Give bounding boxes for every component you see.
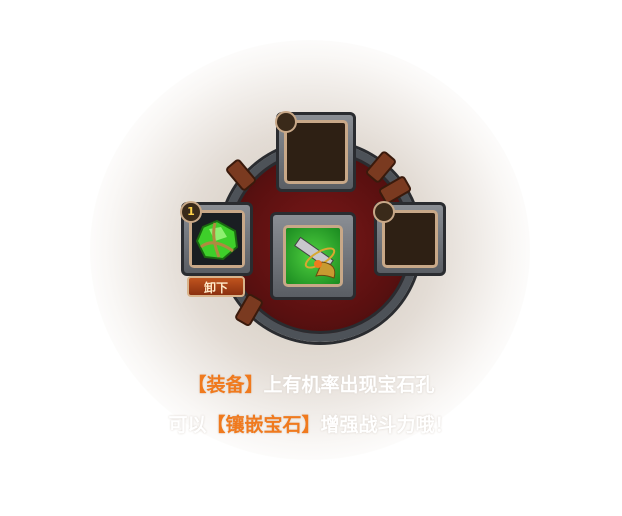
slot-badge — [275, 111, 297, 133]
slot-badge — [373, 201, 395, 223]
gem-count-badge: 1 — [180, 201, 202, 223]
green-gem-icon — [195, 219, 239, 261]
hint-text: 增强战斗力哦！ — [320, 414, 454, 436]
gem-slot-top[interactable] — [275, 111, 356, 192]
unload-button[interactable]: 卸下 — [187, 276, 245, 297]
equipment-slot-center[interactable] — [270, 212, 356, 300]
gem-slot-right[interactable] — [373, 201, 446, 276]
hint-text: 上有机率出现宝石孔 — [263, 374, 435, 396]
hint-highlight: 【装备】 — [187, 374, 264, 396]
gem-slot-left[interactable]: 1 — [180, 201, 253, 276]
hint-line-1: 【装备】上有机率出现宝石孔 — [0, 370, 622, 397]
hint-line-2: 可以【镶嵌宝石】增强战斗力哦！ — [0, 410, 622, 437]
hint-text: 可以 — [168, 414, 207, 436]
gem-holder — [192, 213, 242, 265]
sword-equipment-icon — [294, 236, 336, 279]
slot-inner — [283, 225, 343, 287]
hint-highlight: 【镶嵌宝石】 — [206, 414, 321, 436]
